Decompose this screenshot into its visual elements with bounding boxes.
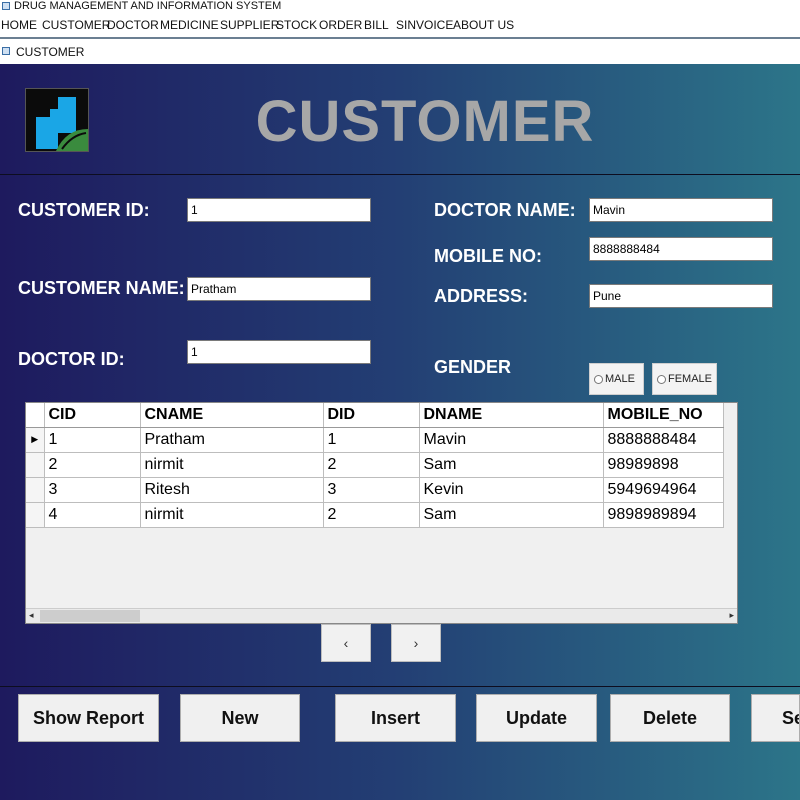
table-row[interactable]: 3 Ritesh 3 Kevin 5949694964	[26, 477, 724, 503]
menu-item-supplier[interactable]: SUPPLIER	[220, 18, 279, 32]
doctor-id-label: DOCTOR ID:	[18, 349, 125, 369]
gender-female-label: FEMALE	[668, 373, 713, 385]
cell-did[interactable]: 2	[323, 502, 420, 528]
column-header-did[interactable]: DID	[323, 403, 420, 428]
footer-divider	[0, 686, 800, 687]
menu-item-stock[interactable]: STOCK	[276, 18, 317, 32]
menu-item-order[interactable]: ORDER	[319, 18, 362, 32]
cell-mobile-no[interactable]: 9898989894	[603, 502, 724, 528]
menu-bar: HOME CUSTOMER DOCTOR MEDICINE SUPPLIER S…	[0, 15, 800, 36]
page-title: CUSTOMER	[255, 89, 595, 154]
horizontal-scrollbar[interactable]: ◂ ▸	[26, 608, 737, 623]
menu-item-doctor[interactable]: DOCTOR	[107, 18, 159, 32]
radio-circle-icon	[594, 375, 603, 384]
previous-record-button[interactable]: ‹	[321, 624, 371, 662]
cell-did[interactable]: 3	[323, 477, 420, 503]
current-row-arrow-icon[interactable]: ▶	[26, 427, 45, 453]
cell-cname[interactable]: Ritesh	[140, 477, 324, 503]
cell-dname[interactable]: Sam	[419, 452, 604, 478]
row-header[interactable]	[26, 477, 45, 503]
customer-name-label: CUSTOMER NAME:	[18, 278, 185, 298]
column-header-cid[interactable]: CID	[44, 403, 141, 428]
header-divider	[0, 174, 800, 175]
new-button[interactable]: New	[180, 694, 300, 742]
cell-did[interactable]: 1	[323, 427, 420, 453]
child-window-title: CUSTOMER	[16, 45, 85, 59]
grid-corner	[26, 403, 45, 428]
search-button[interactable]: Se	[751, 694, 800, 742]
update-button[interactable]: Update	[476, 694, 597, 742]
cell-cname[interactable]: nirmit	[140, 452, 324, 478]
address-label: ADDRESS:	[434, 286, 529, 306]
insert-button[interactable]: Insert	[335, 694, 456, 742]
menu-item-medicine[interactable]: MEDICINE	[160, 18, 219, 32]
column-header-mobile-no[interactable]: MOBILE_NO	[603, 403, 724, 428]
customer-form: CUSTOMER CUSTOMER ID: 1 CUSTOMER NAME: P…	[0, 64, 800, 800]
scroll-left-arrow-icon[interactable]: ◂	[29, 610, 34, 621]
cell-cid[interactable]: 1	[44, 427, 141, 453]
address-field[interactable]: Pune	[589, 284, 773, 308]
column-header-cname[interactable]: CNAME	[140, 403, 324, 428]
menu-item-sinvoice[interactable]: SINVOICE	[396, 18, 453, 32]
child-window-icon	[2, 47, 10, 55]
radio-circle-icon	[657, 375, 666, 384]
mobile-no-label: MOBILE NO:	[434, 246, 542, 266]
doctor-name-field[interactable]: Mavin	[589, 198, 773, 222]
row-header[interactable]	[26, 452, 45, 478]
cell-cid[interactable]: 3	[44, 477, 141, 503]
app-window-icon	[2, 2, 10, 10]
customer-data-grid[interactable]: CID CNAME DID DNAME MOBILE_NO ▶ 1 Pratha…	[25, 402, 738, 624]
delete-button[interactable]: Delete	[610, 694, 730, 742]
cell-mobile-no[interactable]: 8888888484	[603, 427, 724, 453]
menu-item-home[interactable]: HOME	[1, 18, 37, 32]
scrollbar-thumb[interactable]	[40, 610, 140, 622]
gender-female-radio[interactable]: FEMALE	[652, 363, 717, 395]
cell-cname[interactable]: Pratham	[140, 427, 324, 453]
customer-id-label: CUSTOMER ID:	[18, 200, 150, 220]
table-row[interactable]: 4 nirmit 2 Sam 9898989894	[26, 502, 724, 528]
mobile-no-field[interactable]: 8888888484	[589, 237, 773, 261]
cell-dname[interactable]: Sam	[419, 502, 604, 528]
customer-name-field[interactable]: Pratham	[187, 277, 371, 301]
doctor-id-field[interactable]: 1	[187, 340, 371, 364]
app-title: DRUG MANAGEMENT AND INFORMATION SYSTEM	[14, 0, 282, 12]
cell-did[interactable]: 2	[323, 452, 420, 478]
cell-cid[interactable]: 4	[44, 502, 141, 528]
menu-item-about-us[interactable]: ABOUT US	[453, 18, 514, 32]
cell-mobile-no[interactable]: 98989898	[603, 452, 724, 478]
column-header-dname[interactable]: DNAME	[419, 403, 604, 428]
cell-dname[interactable]: Mavin	[419, 427, 604, 453]
cell-cid[interactable]: 2	[44, 452, 141, 478]
doctor-name-label: DOCTOR NAME:	[434, 200, 576, 220]
table-row[interactable]: ▶ 1 Pratham 1 Mavin 8888888484	[26, 427, 724, 453]
show-report-button[interactable]: Show Report	[18, 694, 159, 742]
cell-dname[interactable]: Kevin	[419, 477, 604, 503]
gender-label: GENDER	[434, 357, 512, 377]
scroll-right-arrow-icon[interactable]: ▸	[729, 610, 734, 621]
grid-header-row: CID CNAME DID DNAME MOBILE_NO	[26, 403, 724, 428]
child-window-titlebar: CUSTOMER	[0, 39, 800, 64]
gender-male-radio[interactable]: MALE	[589, 363, 644, 395]
cell-cname[interactable]: nirmit	[140, 502, 324, 528]
table-row[interactable]: 2 nirmit 2 Sam 98989898	[26, 452, 724, 478]
cell-mobile-no[interactable]: 5949694964	[603, 477, 724, 503]
row-header[interactable]	[26, 502, 45, 528]
menu-item-bill[interactable]: BILL	[364, 18, 389, 32]
customer-id-field[interactable]: 1	[187, 198, 371, 222]
next-record-button[interactable]: ›	[391, 624, 441, 662]
gender-male-label: MALE	[605, 373, 635, 385]
title-bar: DRUG MANAGEMENT AND INFORMATION SYSTEM	[0, 0, 800, 14]
menu-item-customer[interactable]: CUSTOMER	[42, 18, 110, 32]
